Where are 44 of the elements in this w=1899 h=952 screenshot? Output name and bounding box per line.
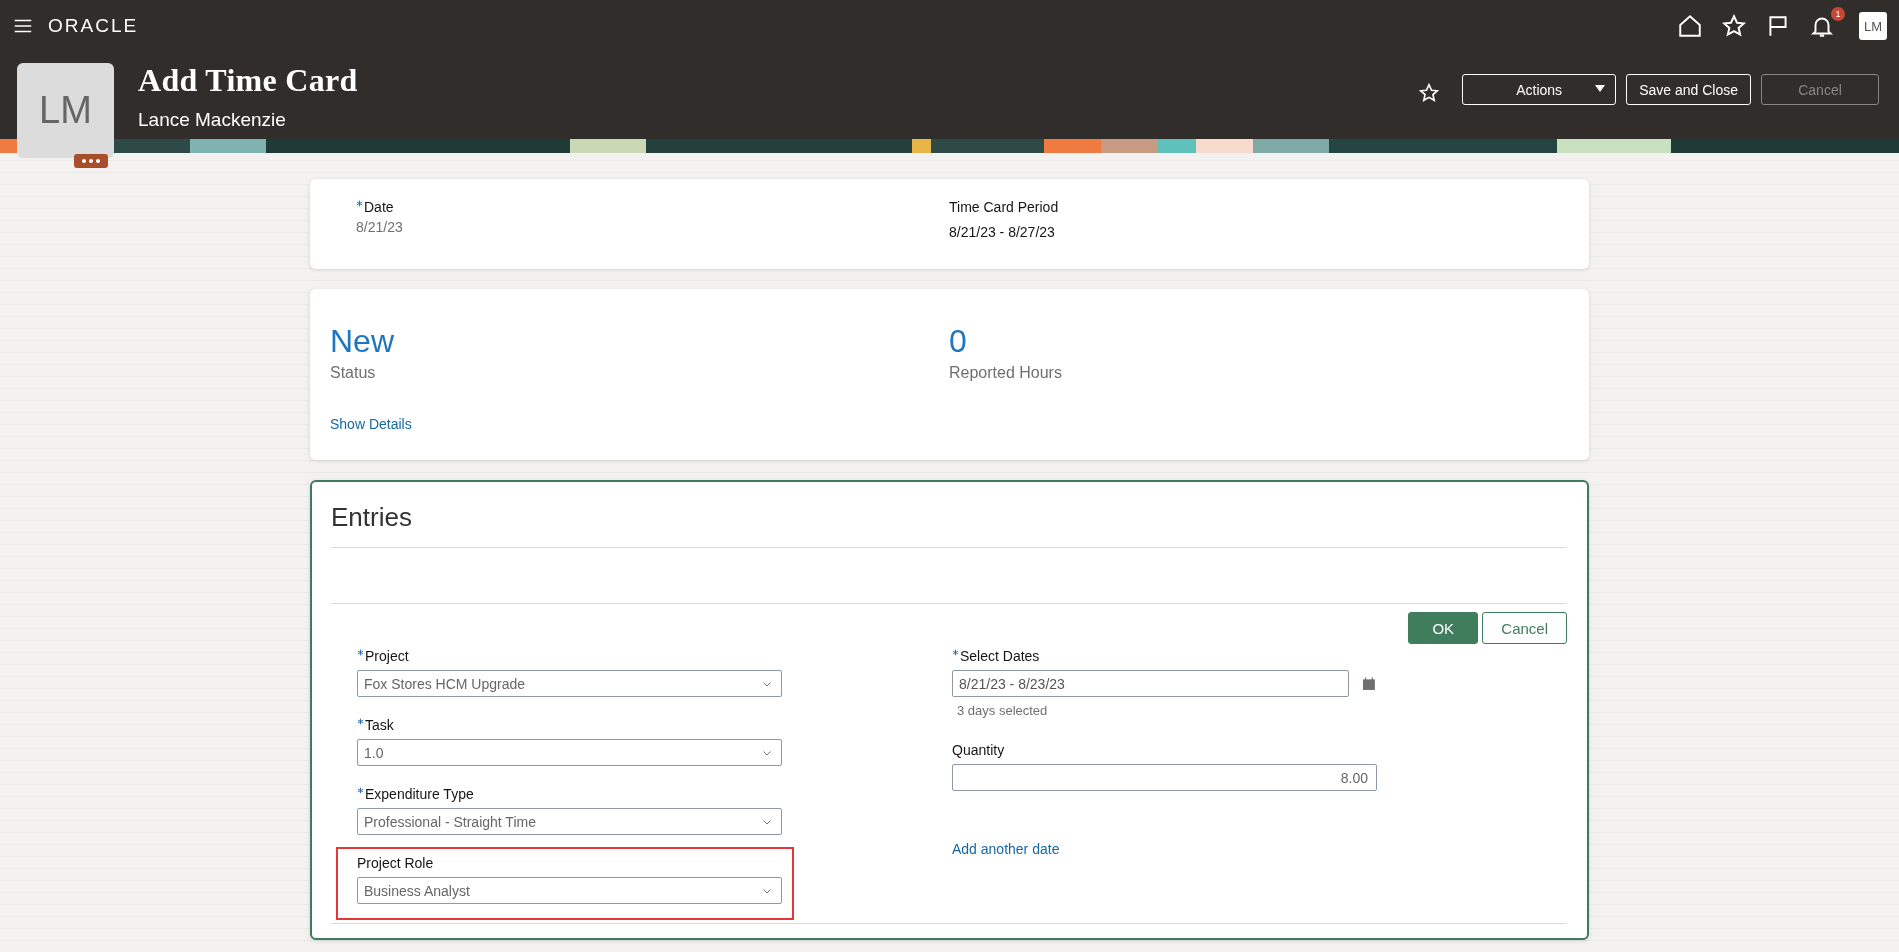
person-avatar: LM [17, 63, 114, 158]
metric-value: 0 [949, 323, 968, 360]
add-another-date-link[interactable]: Add another date [952, 841, 1060, 857]
favorite-star-icon[interactable] [1418, 81, 1441, 104]
field-value: 8/21/23 [356, 219, 404, 235]
required-asterisk-icon[interactable] [356, 200, 363, 207]
required-asterisk-icon[interactable] [357, 649, 364, 656]
field-label: Quantity [952, 742, 1006, 758]
field-label: Date [356, 199, 949, 215]
header-button[interactable]: Save and Close [1626, 74, 1751, 105]
required-asterisk-icon[interactable] [952, 649, 959, 656]
metric-label: Reported Hours [949, 364, 1063, 382]
field-label: Time Card Period [949, 199, 1060, 215]
user-avatar[interactable]: LM [1859, 12, 1887, 40]
metric-label: Status [330, 364, 377, 382]
home-icon[interactable] [1677, 13, 1703, 39]
date-range-field[interactable]: 8/21/23 - 8/23/23 [952, 670, 1350, 697]
actions-menu-button[interactable]: Actions [1462, 74, 1617, 105]
more-options-icon[interactable] [74, 154, 108, 168]
calendar-icon[interactable] [1361, 675, 1377, 692]
dropdown-field[interactable]: Business Analyst [357, 877, 782, 904]
metric-value: New [330, 323, 395, 360]
required-asterisk-icon[interactable] [357, 787, 364, 794]
dropdown-field[interactable]: 1.0 [357, 739, 782, 766]
dropdown-field[interactable]: Fox Stores HCM Upgrade [357, 670, 782, 697]
field-label: Task [357, 717, 782, 733]
person-name: Lance Mackenzie [138, 109, 287, 131]
cancel-button[interactable]: Cancel [1482, 612, 1567, 644]
dropdown-field[interactable]: Professional - Straight Time [357, 808, 782, 835]
field-value: 8/21/23 - 8/27/23 [949, 224, 1056, 240]
required-asterisk-icon[interactable] [357, 718, 364, 725]
field-label: Project Role [357, 855, 435, 871]
field-label: Select Dates [952, 648, 1377, 664]
page-title: Add Time Card [138, 62, 358, 99]
section-title: Entries [331, 502, 413, 533]
favorites-star-icon[interactable] [1721, 13, 1747, 39]
show-details-link[interactable]: Show Details [330, 416, 412, 432]
input-field[interactable]: 8.00 [952, 764, 1377, 791]
oracle-logo[interactable]: ORACLE [48, 15, 139, 37]
field-label: Expenditure Type [357, 786, 782, 802]
field-label: Project [357, 648, 782, 664]
ok-button[interactable]: OK [1408, 612, 1479, 644]
helper-text: 3 days selected [956, 703, 1049, 718]
notification-count-badge: 1 [1831, 7, 1845, 21]
